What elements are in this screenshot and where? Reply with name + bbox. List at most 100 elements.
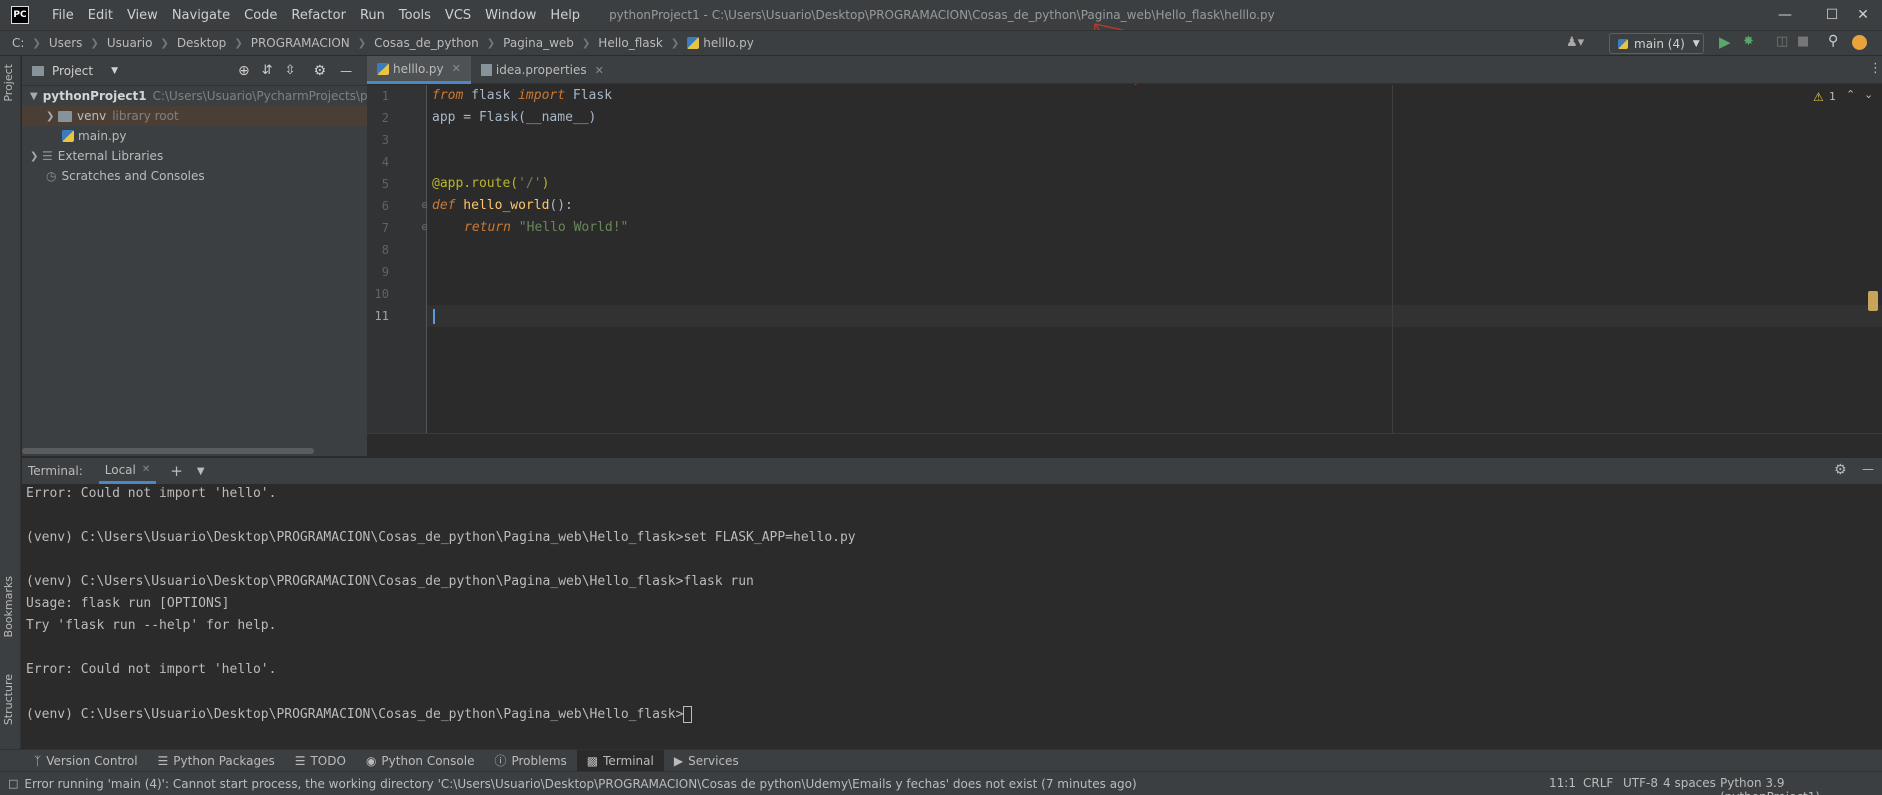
close-icon[interactable]: ✕ [452, 62, 461, 75]
close-icon[interactable]: ✕ [595, 64, 604, 77]
chevron-down-icon[interactable]: ⌄ [1864, 88, 1873, 101]
breadcrumb-item[interactable]: Cosas_de_python [374, 36, 479, 50]
menu-refactor[interactable]: Refactor [284, 8, 353, 23]
more-tabs-icon[interactable]: ⋮ [1869, 61, 1882, 76]
tool-services[interactable]: ▶ Services [664, 750, 749, 772]
menu-window[interactable]: Window [478, 8, 543, 23]
update-icon[interactable] [1852, 35, 1867, 50]
chevron-down-icon: ▼ [1692, 38, 1700, 49]
breadcrumb-item[interactable]: Users [49, 36, 83, 50]
tree-item-main-py[interactable]: main.py [22, 126, 367, 146]
chevron-right-icon[interactable]: ❯ [46, 111, 58, 122]
menu-run[interactable]: Run [353, 8, 392, 23]
hide-icon[interactable]: — [340, 64, 352, 78]
minimize-button[interactable]: — [1762, 0, 1808, 30]
close-icon[interactable]: ✕ [142, 464, 150, 475]
tool-label: Terminal [603, 753, 654, 768]
search-icon[interactable]: ⚲ [1828, 33, 1838, 49]
expand-all-icon[interactable]: ⇵ [262, 63, 273, 78]
coverage-icon[interactable]: ◫ [1776, 34, 1788, 49]
stop-icon[interactable]: ■ [1797, 34, 1809, 49]
menu-navigate[interactable]: Navigate [165, 8, 237, 23]
user-icon[interactable]: ♟▾ [1566, 35, 1584, 50]
collapse-all-icon[interactable]: ⇳ [285, 63, 296, 78]
horizontal-scrollbar[interactable] [22, 448, 314, 454]
line-separator[interactable]: CRLF [1583, 776, 1613, 790]
line-number: 10 [374, 287, 389, 301]
tab-idea-properties[interactable]: idea.properties ✕ [471, 56, 614, 84]
folder-icon [32, 65, 44, 76]
breadcrumb-item[interactable]: Usuario [107, 36, 153, 50]
chevron-down-icon[interactable]: ▼ [111, 66, 118, 76]
python-file-icon [62, 130, 74, 142]
file-encoding[interactable]: UTF-8 [1623, 776, 1658, 790]
tool-label: Problems [511, 753, 567, 768]
terminal-line: Try 'flask run --help' for help. [26, 618, 277, 633]
close-window-button[interactable]: ✕ [1840, 0, 1882, 30]
chevron-right-icon: ❯ [581, 37, 591, 49]
breadcrumb-item[interactable]: Desktop [177, 36, 227, 50]
breadcrumb-current-file[interactable]: helllo.py [703, 36, 754, 50]
tree-item-project-root[interactable]: ▼ pythonProject1 C:\Users\Usuario\Pychar… [22, 86, 367, 106]
indent-setting[interactable]: 4 spaces [1663, 776, 1716, 790]
chevron-down-icon[interactable]: ▼ [30, 91, 38, 102]
hide-icon[interactable]: — [1862, 462, 1874, 476]
tab-label: helllo.py [393, 61, 444, 76]
status-message[interactable]: Error running 'main (4)': Cannot start p… [24, 777, 1136, 791]
terminal-icon: ▩ [586, 753, 599, 768]
structure-tool-tab[interactable]: Structure [2, 674, 15, 725]
gear-icon[interactable]: ⚙ [314, 63, 327, 79]
python-interpreter[interactable]: Python 3.9 (pythonProject1) [1720, 776, 1882, 795]
tree-item-scratches[interactable]: ◷ Scratches and Consoles [22, 166, 367, 186]
scroll-marker[interactable] [1868, 291, 1878, 311]
run-icon[interactable]: ▶ [1719, 33, 1731, 51]
terminal-line: Error: Could not import 'hello'. [26, 486, 277, 501]
gear-icon[interactable]: ⚙ [1834, 462, 1847, 478]
terminal-tab-label: Local [104, 462, 136, 477]
code-line-2: app = Flask(__name__) [432, 110, 597, 125]
menu-file[interactable]: File [45, 8, 81, 23]
tool-label: Version Control [46, 753, 138, 768]
menu-vcs[interactable]: VCS [438, 8, 478, 23]
tool-problems[interactable]: ⓘ Problems [484, 750, 576, 772]
project-tool-tab[interactable]: Project [2, 64, 15, 102]
tree-item-external-libraries[interactable]: ❯ ☰ External Libraries [22, 146, 367, 166]
warning-icon[interactable]: ⚠ [1813, 90, 1824, 104]
bookmarks-tool-tab[interactable]: Bookmarks [2, 576, 15, 637]
run-config-label: main (4) [1634, 36, 1685, 51]
chevron-down-icon[interactable]: ▼ [197, 466, 205, 477]
breadcrumb-item[interactable]: Hello_flask [598, 36, 663, 50]
code-editor[interactable]: from flask import Flask app = Flask(__na… [427, 85, 1882, 433]
tool-python-packages[interactable]: ☰ Python Packages [148, 750, 285, 772]
menu-view[interactable]: View [120, 8, 165, 23]
project-panel-title[interactable]: Project [52, 64, 93, 78]
tool-version-control[interactable]: ᛉ Version Control [24, 750, 148, 772]
menu-edit[interactable]: Edit [81, 8, 120, 23]
line-number: 2 [381, 111, 389, 125]
breadcrumb-item[interactable]: PROGRAMACION [251, 36, 350, 50]
tree-item-venv[interactable]: ❯ venv library root [22, 106, 367, 126]
terminal-line: (venv) C:\Users\Usuario\Desktop\PROGRAMA… [26, 530, 856, 545]
add-terminal-icon[interactable]: + [170, 462, 183, 480]
python-file-icon [377, 62, 389, 75]
tab-helllo-py[interactable]: helllo.py ✕ [367, 56, 471, 84]
terminal-output[interactable]: Error: Could not import 'hello'. (venv) … [22, 484, 1882, 746]
chevron-up-icon[interactable]: ⌃ [1846, 88, 1855, 101]
tool-python-console[interactable]: ◉ Python Console [356, 750, 485, 772]
menu-tools[interactable]: Tools [392, 8, 438, 23]
menu-help[interactable]: Help [543, 8, 587, 23]
breadcrumb-item[interactable]: C: [12, 36, 24, 50]
tool-todo[interactable]: ☰ TODO [285, 750, 356, 772]
properties-file-icon [480, 64, 492, 76]
chevron-right-icon[interactable]: ❯ [30, 151, 42, 162]
breadcrumb-item[interactable]: Pagina_web [503, 36, 574, 50]
tool-label: Services [688, 753, 739, 768]
run-configuration-select[interactable]: main (4) ▼ [1609, 33, 1704, 54]
tab-terminal-local[interactable]: Local ✕ [98, 458, 157, 484]
caret-position[interactable]: 11:1 [1549, 776, 1576, 790]
debug-icon[interactable]: ✸ [1743, 34, 1754, 49]
locate-icon[interactable]: ⊕ [238, 63, 250, 79]
menu-code[interactable]: Code [237, 8, 284, 23]
tool-terminal[interactable]: ▩ Terminal [576, 749, 664, 772]
status-bar-toggle-icon[interactable]: □ [8, 777, 18, 790]
